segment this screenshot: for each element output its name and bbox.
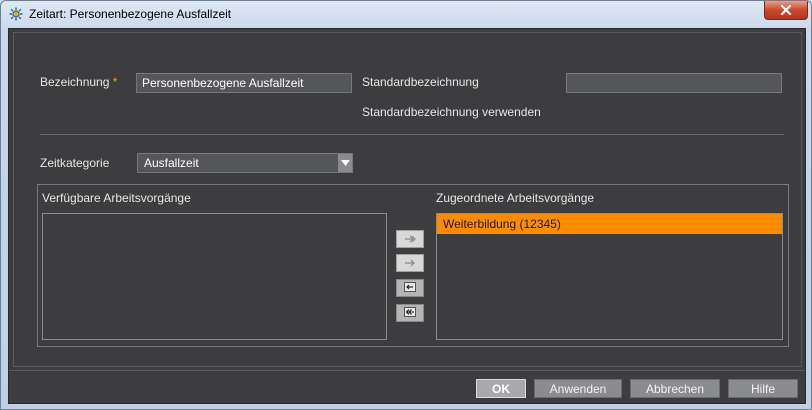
move-all-left-icon (404, 306, 416, 320)
move-right-icon (404, 256, 416, 270)
gear-sun-icon (9, 7, 23, 21)
chevron-down-icon[interactable] (338, 154, 352, 172)
zeitkategorie-label: Zeitkategorie (40, 156, 110, 170)
list-item[interactable]: Weiterbildung (12345) (437, 214, 782, 234)
move-all-right-button[interactable] (396, 230, 424, 248)
standardbezeichnung-input[interactable] (566, 73, 782, 93)
move-all-right-icon (404, 232, 416, 246)
ok-button[interactable]: OK (476, 379, 526, 398)
dialog-window: Zeitart: Personenbezogene Ausfallzeit Be… (0, 0, 812, 410)
window-title: Zeitart: Personenbezogene Ausfallzeit (29, 7, 232, 21)
arbeitsvorgaenge-group: Verfügbare Arbeitsvorgänge Zugeordnete A… (37, 184, 789, 347)
cancel-button[interactable]: Abbrechen (630, 379, 720, 398)
assigned-list[interactable]: Weiterbildung (12345) (436, 213, 783, 340)
separator (40, 134, 784, 135)
zeitkategorie-select[interactable]: Ausfallzeit (137, 153, 353, 173)
form-panel: Bezeichnung * Personenbezogene Ausfallze… (13, 32, 802, 367)
help-button[interactable]: Hilfe (728, 379, 798, 398)
move-right-button[interactable] (396, 254, 424, 272)
zeitkategorie-value: Ausfallzeit (144, 156, 199, 170)
close-icon (780, 5, 792, 15)
required-marker: * (112, 75, 118, 89)
move-left-button[interactable] (396, 279, 424, 297)
dialog-content: Bezeichnung * Personenbezogene Ausfallze… (8, 28, 806, 404)
move-all-left-button[interactable] (396, 304, 424, 322)
standardbezeichnung-label: Standardbezeichnung (362, 75, 479, 89)
available-list[interactable] (42, 213, 387, 340)
verfuegbare-label: Verfügbare Arbeitsvorgänge (42, 191, 191, 205)
bezeichnung-label: Bezeichnung * (40, 75, 118, 89)
button-bar: OK Anwenden Abbrechen Hilfe (9, 370, 805, 404)
apply-button[interactable]: Anwenden (534, 379, 622, 398)
zugeordnete-label: Zugeordnete Arbeitsvorgänge (436, 191, 595, 205)
bezeichnung-input[interactable]: Personenbezogene Ausfallzeit (136, 73, 352, 93)
standardbezeichnung-verwenden-label[interactable]: Standardbezeichnung verwenden (362, 105, 541, 119)
close-button[interactable] (764, 1, 808, 20)
title-bar[interactable]: Zeitart: Personenbezogene Ausfallzeit (1, 1, 811, 27)
move-left-icon (404, 281, 416, 295)
